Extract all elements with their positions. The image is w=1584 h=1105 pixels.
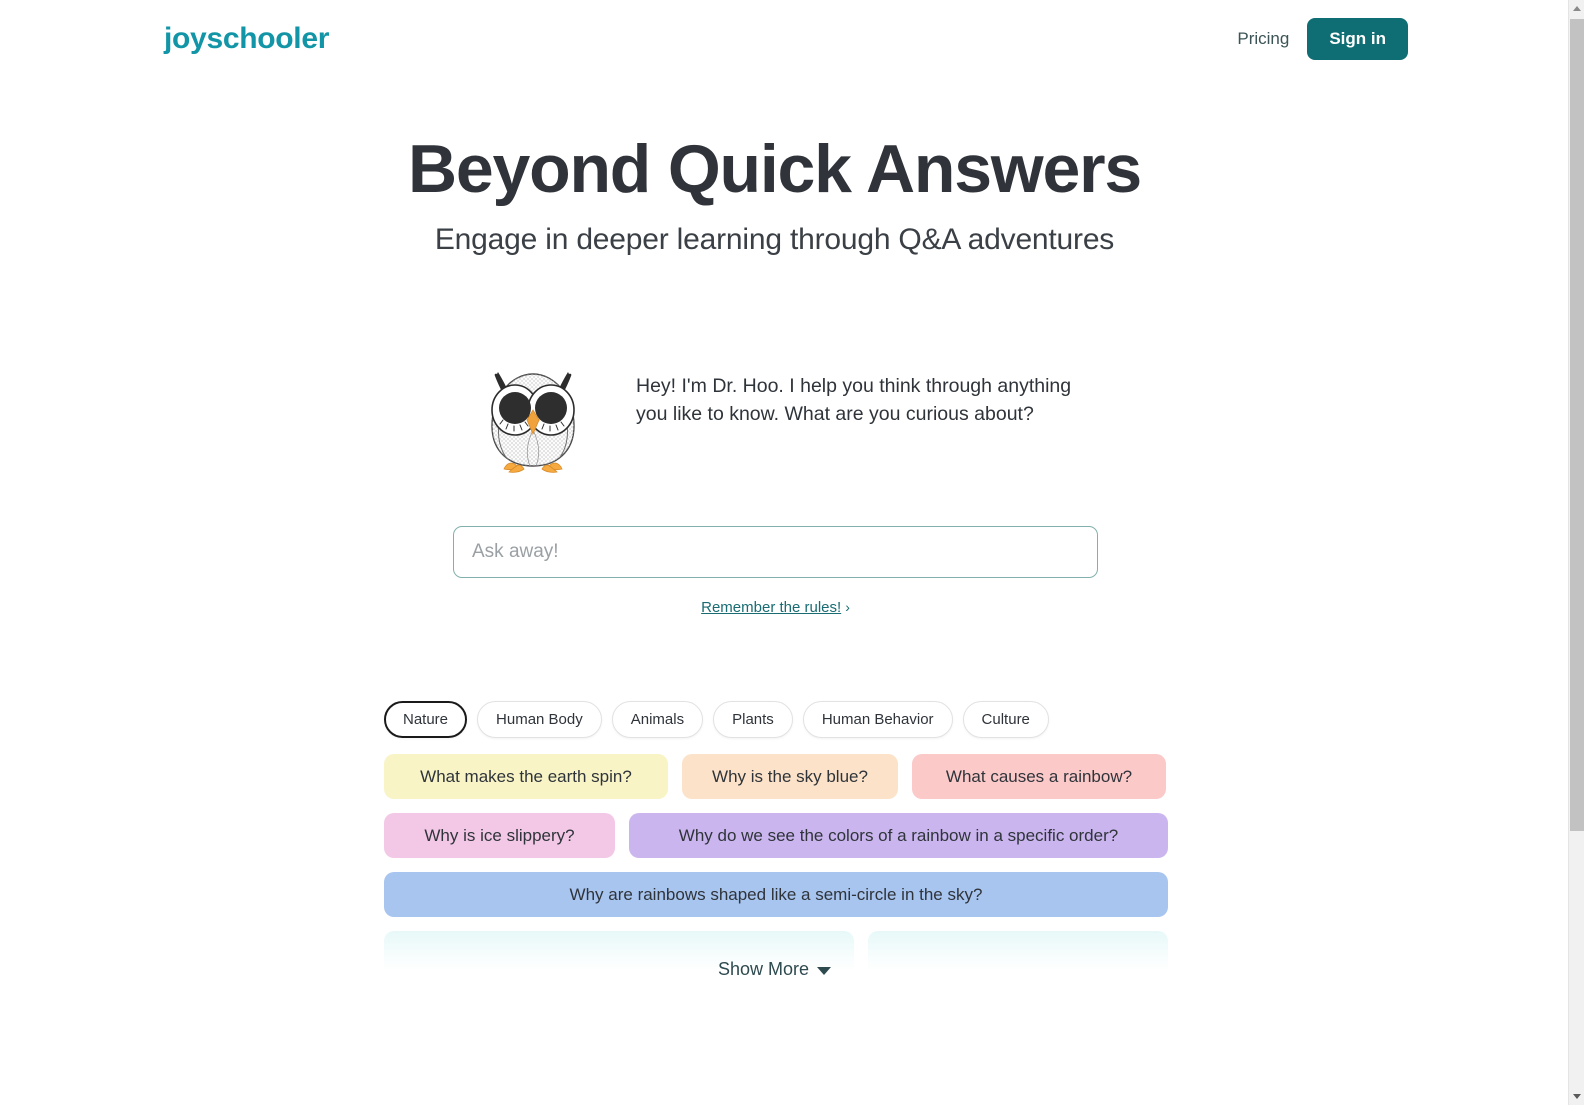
- scrollbar-thumb[interactable]: [1570, 19, 1584, 831]
- suggestion-chip[interactable]: What causes a rainbow?: [912, 754, 1166, 799]
- page-root: joyschooler Pricing Sign in Beyond Quick…: [0, 0, 1584, 1105]
- suggestion-chip-area: What makes the earth spin? Why is the sky…: [384, 754, 1168, 969]
- chip-row-1: What makes the earth spin? Why is the sky…: [384, 754, 1168, 799]
- chevron-right-icon: ›: [845, 599, 850, 615]
- category-tab-human-behavior[interactable]: Human Behavior: [802, 701, 953, 738]
- hero-section: Beyond Quick Answers Engage in deeper le…: [0, 132, 1549, 257]
- show-more-button[interactable]: Show More: [712, 958, 837, 981]
- sign-in-button[interactable]: Sign in: [1307, 18, 1408, 60]
- pricing-link[interactable]: Pricing: [1237, 29, 1289, 49]
- suggestion-chip[interactable]: Why is ice slippery?: [384, 813, 615, 858]
- category-tab-human-body[interactable]: Human Body: [477, 701, 602, 738]
- category-tab-culture[interactable]: Culture: [962, 701, 1049, 738]
- chevron-down-icon: [817, 967, 832, 975]
- scroll-up-arrow-icon[interactable]: [1569, 0, 1584, 17]
- suggestions-section: Nature Human Body Animals Plants Human Behav…: [384, 701, 1168, 969]
- suggestion-chip[interactable]: Why is the sky blue?: [682, 754, 898, 799]
- mascot-greeting-text: Hey! I'm Dr. Hoo. I help you think throu…: [636, 375, 1072, 426]
- brand-logo[interactable]: joyschooler: [164, 24, 329, 54]
- category-tabs: Nature Human Body Animals Plants Human Behav…: [384, 701, 1168, 738]
- owl-icon: [478, 358, 588, 476]
- mascot-greeting-row: Hey! I'm Dr. Hoo. I help you think throu…: [478, 358, 1098, 476]
- chip-row-2: Why is ice slippery? Why do we see the co…: [384, 813, 1168, 858]
- page-scrollbar[interactable]: [1568, 0, 1584, 1105]
- suggestion-chip[interactable]: Why do we see the colors of a rainbow in…: [629, 813, 1168, 858]
- ask-input[interactable]: [453, 526, 1098, 578]
- page-subtitle: Engage in deeper learning through Q&A ad…: [434, 222, 1115, 256]
- category-tab-nature[interactable]: Nature: [384, 701, 468, 738]
- category-tab-plants[interactable]: Plants: [713, 701, 793, 738]
- page-title: Beyond Quick Answers: [407, 131, 1142, 207]
- chip-row-3: Why are rainbows shaped like a semi-circ…: [384, 872, 1168, 917]
- suggestion-chip[interactable]: What makes the earth spin?: [384, 754, 668, 799]
- suggestion-chip[interactable]: Why are rainbows shaped like a semi-circ…: [384, 872, 1168, 917]
- ask-section: Remember the rules!›: [453, 526, 1098, 616]
- scroll-down-arrow-icon[interactable]: [1569, 1088, 1584, 1105]
- site-header: joyschooler Pricing Sign in: [0, 0, 1568, 78]
- show-more-wrap: Show More: [0, 958, 1549, 981]
- show-more-label: Show More: [717, 959, 810, 979]
- remember-the-rules-link[interactable]: Remember the rules!: [701, 599, 841, 616]
- header-actions: Pricing Sign in: [1237, 18, 1408, 60]
- category-tab-animals[interactable]: Animals: [611, 701, 704, 738]
- rules-row: Remember the rules! ›: [453, 599, 1098, 616]
